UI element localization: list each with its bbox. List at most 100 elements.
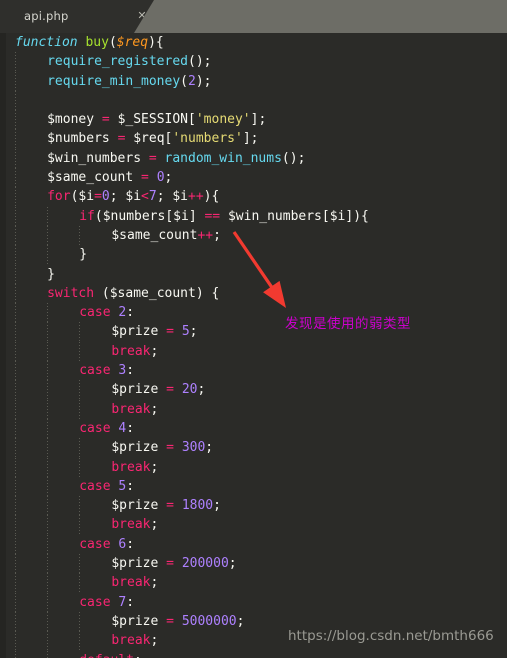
indent-guide	[47, 438, 49, 458]
code-token: }	[47, 266, 55, 282]
code-token: :	[126, 363, 135, 379]
indent-guide	[15, 129, 16, 149]
code-token: case	[79, 536, 111, 552]
code-line: case 3:	[0, 361, 507, 381]
editor-pane[interactable]: function buy($req){require_registered();…	[0, 33, 507, 658]
indent-guide	[15, 110, 16, 130]
indent-guide	[47, 245, 49, 265]
indent-guide	[47, 611, 49, 632]
code-token: 'money'	[195, 112, 251, 128]
code-token: ;	[156, 189, 173, 205]
code-token: for	[47, 189, 71, 205]
code-token: require_min_money	[47, 73, 181, 89]
code-content[interactable]: function buy($req){require_registered();…	[0, 33, 507, 658]
code-token: {	[211, 285, 220, 301]
code-token: )	[148, 35, 156, 50]
code-token: =	[166, 440, 174, 456]
code-token: $i	[329, 208, 346, 224]
indent-guide	[47, 380, 49, 400]
indent-guide	[79, 322, 81, 342]
indent-guide	[15, 534, 16, 555]
close-icon[interactable]: ✕	[136, 9, 148, 23]
code-token: ()	[188, 54, 204, 70]
code-token: :	[134, 653, 142, 658]
code-token: ;	[250, 131, 259, 147]
tab-api-php[interactable]: api.php ✕	[6, 0, 154, 33]
tab-label: api.php	[24, 9, 69, 23]
code-token: $numbers	[47, 131, 110, 147]
code-token: {	[361, 208, 369, 224]
indent-guide	[79, 554, 81, 574]
code-line: break;	[0, 515, 507, 535]
indent-guide	[15, 399, 16, 419]
indent-guide	[15, 554, 16, 574]
code-token: =	[166, 613, 174, 629]
code-line: $prize = 200000;	[0, 554, 507, 574]
code-line: $prize = 20;	[0, 380, 507, 400]
indent-guide	[15, 168, 16, 188]
indent-guide	[47, 341, 49, 362]
code-token: ;	[213, 498, 221, 514]
code-token: :	[126, 536, 135, 552]
code-line: $prize = 1800;	[0, 496, 507, 516]
code-token: ;	[150, 633, 159, 649]
indent-guide	[15, 71, 16, 91]
code-token: default	[79, 653, 134, 658]
watermark: https://blog.csdn.net/bmth666	[288, 628, 494, 644]
indent-guide	[15, 187, 16, 207]
code-token: $money	[47, 112, 95, 128]
code-token: break	[111, 459, 151, 475]
code-token: )	[195, 73, 204, 89]
code-token: 0	[156, 170, 165, 186]
code-token: $win_numbers	[47, 150, 142, 166]
code-token: <	[141, 189, 149, 205]
code-line: case 4:	[0, 418, 507, 439]
indent-guide	[47, 534, 49, 555]
code-token: ]	[242, 131, 251, 147]
indent-guide	[47, 225, 49, 246]
code-token: $same_count	[47, 170, 134, 186]
code-line: require_registered();	[0, 52, 507, 72]
indent-guide	[15, 592, 16, 612]
code-token: :	[126, 420, 135, 436]
indent-guide	[47, 322, 49, 342]
code-token: $prize	[111, 440, 159, 456]
code-token: 2	[188, 73, 196, 89]
code-line: case 2:	[0, 303, 507, 323]
code-line: require_min_money(2);	[0, 71, 507, 91]
code-token: $i	[125, 189, 142, 205]
code-line: }	[0, 245, 507, 265]
code-line: $same_count++;	[0, 225, 507, 246]
code-token: break	[111, 343, 151, 359]
code-token: =	[101, 112, 110, 128]
code-token: {	[211, 189, 220, 205]
code-token: ++	[188, 189, 204, 205]
code-line: case 7:	[0, 592, 507, 612]
code-token: ;	[164, 170, 173, 186]
indent-guide	[15, 90, 16, 111]
indent-guide	[15, 52, 16, 72]
indent-guide	[15, 573, 16, 593]
code-token: )	[195, 285, 204, 301]
code-token: 5	[181, 324, 190, 340]
code-token: $_SESSION	[117, 112, 189, 128]
indent-guide	[79, 457, 81, 477]
code-token: case	[79, 478, 111, 494]
code-token: ;	[297, 150, 306, 166]
indent-guide	[47, 515, 49, 535]
code-token: =	[148, 150, 157, 166]
code-token: $prize	[111, 498, 159, 514]
code-token: 0	[101, 189, 110, 205]
indent-guide	[15, 476, 16, 497]
code-token: ()	[281, 150, 298, 166]
indent-guide	[15, 418, 16, 439]
indent-guide	[15, 631, 16, 651]
code-line: case 5:	[0, 476, 507, 497]
